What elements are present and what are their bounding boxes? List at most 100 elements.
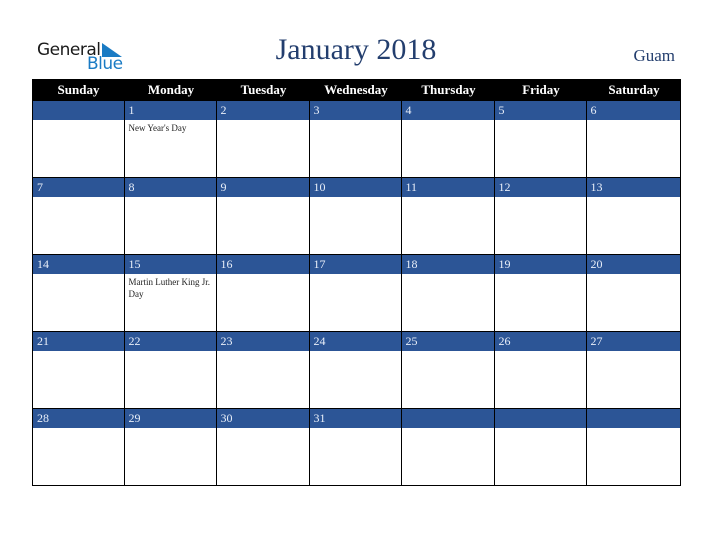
holiday-label	[310, 351, 401, 353]
day-cell[interactable]: 27	[587, 332, 680, 408]
holiday-label	[587, 197, 680, 199]
holiday-label	[33, 274, 124, 276]
day-number: 23	[220, 334, 233, 348]
day-cell[interactable]: 25	[402, 332, 495, 408]
holiday-label	[402, 428, 494, 430]
day-cell[interactable]	[495, 409, 587, 485]
day-number: 12	[498, 180, 511, 194]
day-cell[interactable]: 6	[587, 101, 680, 177]
holiday-label	[125, 351, 216, 353]
holiday-label	[217, 351, 309, 353]
day-number: 10	[313, 180, 326, 194]
calendar-grid: Sunday Monday Tuesday Wednesday Thursday…	[32, 79, 681, 486]
day-number: 4	[405, 103, 412, 117]
holiday-label	[217, 428, 309, 430]
day-cell[interactable]: 14	[33, 255, 125, 331]
holiday-label	[402, 351, 494, 353]
day-number: 2	[220, 103, 227, 117]
day-number: 19	[498, 257, 511, 271]
day-number: 24	[313, 334, 326, 348]
day-number: 28	[37, 411, 49, 425]
day-number: 25	[405, 334, 418, 348]
weeks-container: 1 New Year's Day 2 3 4 5 6 7 8 9 10 11 12 13 14 15 Marti…	[32, 101, 681, 486]
week-row: 1 New Year's Day 2 3 4 5 6	[32, 101, 681, 178]
day-cell[interactable]: 21	[33, 332, 125, 408]
day-cell[interactable]: 26	[495, 332, 587, 408]
holiday-label	[125, 197, 216, 199]
weekday-header-row: Sunday Monday Tuesday Wednesday Thursday…	[32, 79, 681, 101]
holiday-label: New Year's Day	[128, 123, 187, 133]
day-cell[interactable]: 8	[125, 178, 217, 254]
week-row: 21 22 23 24 25 26 27	[32, 332, 681, 409]
day-number: 29	[128, 411, 141, 425]
day-cell[interactable]: 5	[495, 101, 587, 177]
day-cell[interactable]: 7	[33, 178, 125, 254]
day-number: 16	[220, 257, 233, 271]
weekday-monday: Monday	[147, 82, 195, 97]
day-number: 9	[220, 180, 227, 194]
day-cell[interactable]: 9	[217, 178, 310, 254]
holiday-label	[310, 197, 401, 199]
day-number: 6	[590, 103, 597, 117]
week-row: 14 15 Martin Luther King Jr. Day 16 17 18 19 20	[32, 255, 681, 332]
holiday-label	[587, 351, 680, 353]
weekday-sunday: Sunday	[57, 82, 100, 97]
holiday-label	[495, 351, 586, 353]
holiday-label	[33, 197, 124, 199]
day-cell[interactable]: 1 New Year's Day	[125, 101, 217, 177]
day-cell[interactable]: 20	[587, 255, 680, 331]
day-cell[interactable]: 15 Martin Luther King Jr. Day	[125, 255, 217, 331]
day-number	[587, 409, 680, 428]
day-cell[interactable]: 23	[217, 332, 310, 408]
day-cell[interactable]: 30	[217, 409, 310, 485]
day-cell[interactable]: 19	[495, 255, 587, 331]
day-number	[402, 409, 494, 428]
day-cell[interactable]: 16	[217, 255, 310, 331]
day-cell[interactable]: 2	[217, 101, 310, 177]
day-number: 3	[313, 103, 320, 117]
day-number: 27	[590, 334, 603, 348]
holiday-label	[310, 120, 401, 122]
day-number: 30	[220, 411, 233, 425]
day-cell[interactable]: 28	[33, 409, 125, 485]
day-cell[interactable]: 13	[587, 178, 680, 254]
calendar-title: January 2018	[275, 33, 437, 66]
day-cell[interactable]: 22	[125, 332, 217, 408]
weekday-thursday: Thursday	[421, 82, 476, 97]
weekday-wednesday: Wednesday	[324, 82, 388, 97]
day-cell[interactable]	[587, 409, 680, 485]
day-number: 7	[37, 180, 43, 194]
day-number: 1	[128, 103, 135, 117]
holiday-label	[217, 197, 309, 199]
region-label: Guam	[633, 46, 675, 65]
holiday-label	[33, 428, 124, 430]
holiday-label	[310, 274, 401, 276]
holiday-label	[587, 274, 680, 276]
week-row: 7 8 9 10 11 12 13	[32, 178, 681, 255]
day-cell[interactable]: 31	[310, 409, 402, 485]
day-cell[interactable]: 4	[402, 101, 495, 177]
day-number: 26	[498, 334, 511, 348]
day-cell[interactable]: 10	[310, 178, 402, 254]
holiday-label	[495, 120, 586, 122]
day-cell[interactable]: 12	[495, 178, 587, 254]
holiday-label: Martin Luther King Jr. Day	[128, 277, 211, 299]
day-number: 18	[405, 257, 418, 271]
day-cell[interactable]: 29	[125, 409, 217, 485]
day-cell[interactable]	[402, 409, 495, 485]
holiday-label	[587, 428, 680, 430]
day-cell[interactable]	[33, 101, 125, 177]
holiday-label	[495, 274, 586, 276]
day-number	[33, 101, 124, 120]
day-cell[interactable]: 24	[310, 332, 402, 408]
day-cell[interactable]: 3	[310, 101, 402, 177]
holiday-label	[495, 197, 586, 199]
day-number: 14	[37, 257, 49, 271]
day-cell[interactable]: 18	[402, 255, 495, 331]
weekday-tuesday: Tuesday	[240, 82, 287, 97]
week-row: 28 29 30 31	[32, 409, 681, 486]
holiday-label	[402, 120, 494, 122]
holiday-label	[587, 120, 680, 122]
day-cell[interactable]: 17	[310, 255, 402, 331]
day-cell[interactable]: 11	[402, 178, 495, 254]
